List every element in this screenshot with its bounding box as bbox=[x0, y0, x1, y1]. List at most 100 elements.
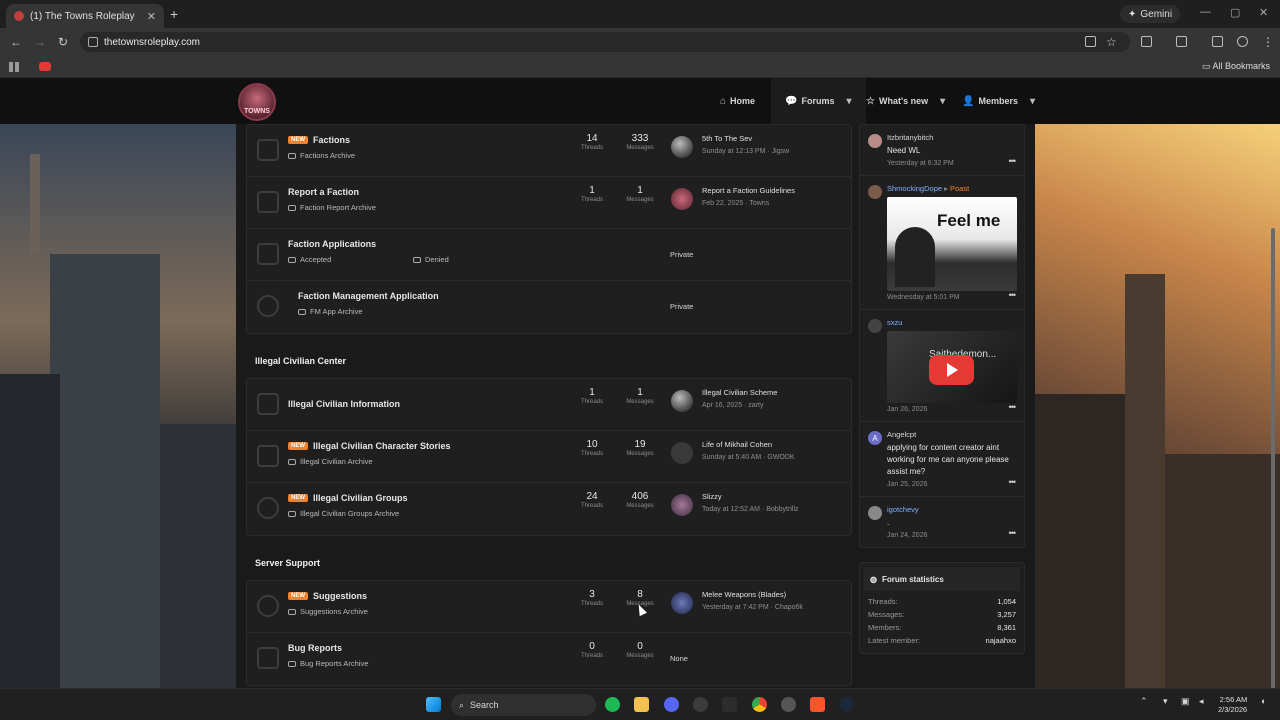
youtube-bookmark-icon[interactable] bbox=[39, 62, 51, 71]
node-title[interactable]: Illegal Civilian Information bbox=[288, 399, 400, 409]
notifications-icon[interactable]: ◐ bbox=[1261, 696, 1266, 706]
avatar[interactable] bbox=[868, 506, 882, 520]
chevron-down-icon[interactable]: ▾ bbox=[1030, 96, 1035, 107]
more-options-icon[interactable]: ••• bbox=[1009, 477, 1017, 487]
epic-games-icon[interactable] bbox=[722, 697, 737, 712]
post-date[interactable]: Yesterday at 6:32 PM bbox=[887, 160, 1014, 167]
node-title[interactable]: Report a Faction bbox=[288, 187, 359, 197]
forum-node-illegal-stories[interactable]: NEW Illegal Civilian Character Stories Il… bbox=[247, 431, 851, 483]
brave-icon[interactable] bbox=[810, 697, 825, 712]
system-clock[interactable]: 2:56 AM 2/3/2026 bbox=[1218, 695, 1247, 715]
video-embed[interactable]: Saithedemon... bbox=[887, 331, 1017, 403]
forum-node-report-faction[interactable]: Report a Faction Faction Report Archive … bbox=[247, 177, 851, 229]
post-date[interactable]: Jan 25, 2026 bbox=[887, 481, 1014, 488]
post-username[interactable]: ShmockingDope bbox=[887, 184, 942, 193]
nav-forums[interactable]: 💬 Forums ▾ bbox=[771, 78, 866, 124]
category-header[interactable]: Server Support bbox=[246, 536, 852, 580]
category-header[interactable]: Illegal Civilian Center bbox=[246, 334, 852, 378]
file-explorer-icon[interactable] bbox=[634, 697, 649, 712]
bookmark-star-icon[interactable]: ☆ bbox=[1106, 35, 1117, 49]
app-icon[interactable] bbox=[693, 697, 708, 712]
forward-icon[interactable]: → bbox=[34, 35, 46, 49]
node-title[interactable]: Bug Reports bbox=[288, 643, 342, 653]
node-title[interactable]: Factions bbox=[313, 135, 350, 145]
last-post-title[interactable]: Slizzy bbox=[702, 492, 722, 501]
menu-kebab-icon[interactable]: ⋮ bbox=[1262, 35, 1274, 49]
subforum-link[interactable]: Illegal Civilian Archive bbox=[300, 457, 373, 466]
forum-node-factions[interactable]: NEW Factions Factions Archive 14 Threads 3… bbox=[247, 125, 851, 177]
latest-member-link[interactable]: najaahxo bbox=[986, 635, 1016, 646]
post-image[interactable]: Feel me bbox=[887, 197, 1017, 291]
forum-node-suggestions[interactable]: NEW Suggestions Suggestions Archive 3 Thre… bbox=[247, 581, 851, 633]
post-date[interactable]: Jan 26, 2026 bbox=[887, 406, 1014, 413]
avatar[interactable] bbox=[868, 185, 882, 199]
tray-chevron-icon[interactable]: ⌃ bbox=[1140, 696, 1148, 707]
gemini-button[interactable]: ✦ Gemini bbox=[1120, 5, 1181, 23]
browser-tab[interactable]: (1) The Towns Roleplay ✕ bbox=[6, 4, 164, 28]
reload-icon[interactable]: ↻ bbox=[58, 35, 68, 49]
subforum-link[interactable]: Faction Report Archive bbox=[300, 203, 376, 212]
new-tab-button[interactable]: + bbox=[170, 6, 178, 22]
apps-grid-icon[interactable] bbox=[9, 62, 19, 72]
volume-icon[interactable]: ◂ bbox=[1199, 696, 1204, 707]
subforum-link[interactable]: Accepted bbox=[300, 255, 331, 264]
last-post-title[interactable]: Report a Faction Guidelines bbox=[702, 186, 795, 195]
forum-node-faction-applications[interactable]: Faction Applications Accepted Denied Pri… bbox=[247, 229, 851, 281]
forum-node-illegal-groups[interactable]: NEW Illegal Civilian Groups Illegal Civil… bbox=[247, 483, 851, 535]
post-date[interactable]: Wednesday at 5:01 PM bbox=[887, 294, 1014, 301]
spotify-icon[interactable] bbox=[605, 697, 620, 712]
address-bar[interactable]: thetownsroleplay.com bbox=[80, 32, 1130, 52]
nav-home[interactable]: ⌂ Home bbox=[720, 78, 755, 124]
last-post-title[interactable]: Illegal Civilian Scheme bbox=[702, 388, 777, 397]
avatar[interactable] bbox=[671, 592, 693, 614]
more-options-icon[interactable]: ••• bbox=[1009, 290, 1017, 300]
back-icon[interactable]: ← bbox=[10, 35, 22, 49]
avatar[interactable] bbox=[671, 136, 693, 158]
close-window-icon[interactable]: ✕ bbox=[1259, 6, 1268, 19]
discord-icon[interactable] bbox=[664, 697, 679, 712]
subforum-link[interactable]: Denied bbox=[425, 255, 449, 264]
profile-icon[interactable] bbox=[1237, 36, 1248, 47]
windows-start-icon[interactable] bbox=[426, 697, 441, 712]
forum-node-illegal-information[interactable]: Illegal Civilian Information 1 Threads 1M… bbox=[247, 379, 851, 431]
media-icon[interactable] bbox=[1212, 36, 1223, 47]
tab-close-icon[interactable]: ✕ bbox=[147, 10, 156, 23]
last-post-title[interactable]: Melee Weapons (Blades) bbox=[702, 590, 786, 599]
avatar[interactable] bbox=[671, 442, 693, 464]
forum-node-bug-reports[interactable]: Bug Reports Bug Reports Archive 0 Threads… bbox=[247, 633, 851, 685]
last-post-title[interactable]: Life of Mikhail Cohen bbox=[702, 440, 772, 449]
node-title[interactable]: Suggestions bbox=[313, 591, 367, 601]
last-post-title[interactable]: 5th To The Sev bbox=[702, 134, 752, 143]
subforum-link[interactable]: FM App Archive bbox=[310, 307, 363, 316]
site-info-icon[interactable] bbox=[88, 37, 98, 47]
subforum-link[interactable]: Bug Reports Archive bbox=[300, 659, 368, 668]
post-username[interactable]: sxzu bbox=[887, 318, 1014, 327]
install-app-icon[interactable] bbox=[1085, 36, 1096, 47]
post-date[interactable]: Jan 24, 2026 bbox=[887, 532, 1014, 539]
side-panel-icon[interactable] bbox=[1176, 36, 1187, 47]
extensions-icon[interactable] bbox=[1141, 36, 1152, 47]
more-options-icon[interactable]: ••• bbox=[1009, 528, 1017, 538]
page-scrollbar[interactable] bbox=[1271, 228, 1275, 688]
avatar[interactable] bbox=[671, 494, 693, 516]
subforum-link[interactable]: Suggestions Archive bbox=[300, 607, 368, 616]
post-target-user[interactable]: Poast bbox=[950, 184, 969, 193]
maximize-icon[interactable]: ▢ bbox=[1230, 6, 1240, 19]
chrome-icon[interactable] bbox=[752, 697, 767, 712]
taskbar-search[interactable]: ⌕ Search bbox=[451, 694, 596, 716]
chevron-down-icon[interactable]: ▾ bbox=[846, 96, 851, 107]
subforum-link[interactable]: Factions Archive bbox=[300, 151, 355, 160]
subforum-link[interactable]: Illegal Civilian Groups Archive bbox=[300, 509, 399, 518]
node-title[interactable]: Illegal Civilian Character Stories bbox=[313, 441, 451, 451]
avatar[interactable] bbox=[868, 134, 882, 148]
network-icon[interactable]: ▣ bbox=[1181, 696, 1190, 707]
site-logo[interactable]: TOWNS bbox=[238, 83, 276, 121]
post-username[interactable]: Angelcpt bbox=[887, 430, 1014, 439]
nav-whats-new[interactable]: ☆ What's new ▾ bbox=[866, 78, 945, 124]
avatar[interactable]: A bbox=[868, 431, 882, 445]
post-username[interactable]: igotchevy bbox=[887, 505, 1014, 514]
all-bookmarks-button[interactable]: ▭ All Bookmarks bbox=[1202, 61, 1270, 72]
wifi-icon[interactable]: ▾ bbox=[1163, 696, 1168, 707]
steam-icon[interactable] bbox=[839, 697, 854, 712]
post-username[interactable]: Itzbritanybitch bbox=[887, 133, 1014, 142]
